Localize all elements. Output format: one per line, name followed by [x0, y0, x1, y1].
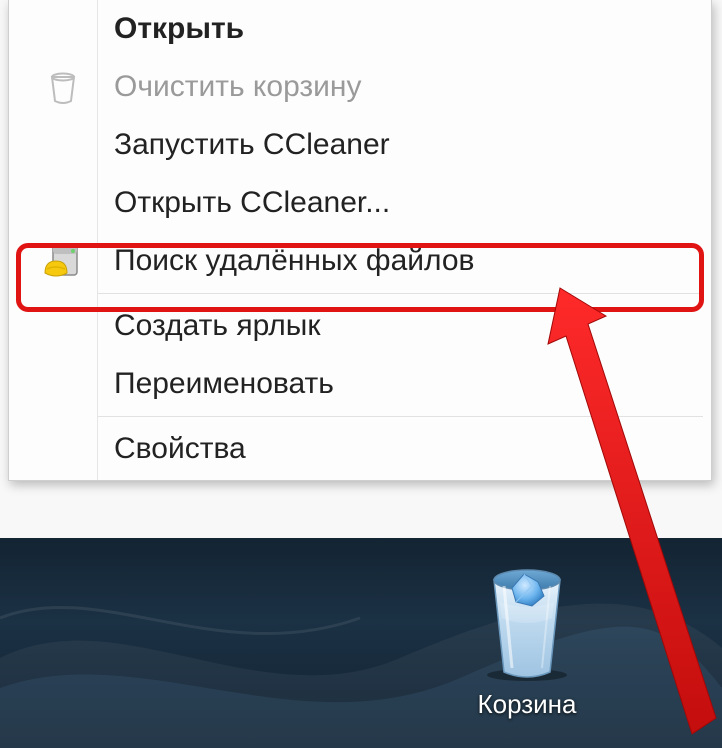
screenshot-stage: Корзина Открыть Очистить корзину Запусти…: [0, 0, 722, 748]
recycle-bin-icon: [37, 61, 89, 113]
menu-item-search-deleted-files[interactable]: Поиск удалённых файлов: [9, 232, 711, 290]
menu-item-label: Переименовать: [114, 367, 334, 401]
menu-item-label: Свойства: [114, 432, 246, 466]
menu-separator: [97, 416, 703, 417]
recuva-icon: [37, 235, 89, 287]
menu-item-empty-recycle-bin[interactable]: Очистить корзину: [9, 58, 711, 116]
menu-item-open-ccleaner[interactable]: Открыть CCleaner...: [9, 174, 711, 232]
menu-item-properties[interactable]: Свойства: [9, 420, 711, 478]
menu-separator: [97, 293, 703, 294]
recycle-bin-label: Корзина: [442, 689, 612, 720]
desktop-background: Корзина: [0, 538, 722, 748]
menu-item-label: Поиск удалённых файлов: [114, 244, 474, 278]
menu-item-open[interactable]: Открыть: [9, 0, 711, 58]
menu-item-label: Создать ярлык: [114, 309, 320, 343]
desktop-icon-recycle-bin[interactable]: Корзина: [442, 552, 612, 720]
menu-item-label: Открыть: [114, 12, 244, 46]
menu-item-rename[interactable]: Переименовать: [9, 355, 711, 413]
recycle-bin-icon: [472, 552, 582, 682]
menu-item-label: Запустить CCleaner: [114, 128, 390, 162]
menu-item-run-ccleaner[interactable]: Запустить CCleaner: [9, 116, 711, 174]
context-menu: Открыть Очистить корзину Запустить CClea…: [8, 0, 712, 481]
menu-item-label: Открыть CCleaner...: [114, 186, 390, 220]
desktop-wave-decoration: [0, 538, 722, 748]
menu-item-create-shortcut[interactable]: Создать ярлык: [9, 297, 711, 355]
menu-item-label: Очистить корзину: [114, 70, 362, 104]
